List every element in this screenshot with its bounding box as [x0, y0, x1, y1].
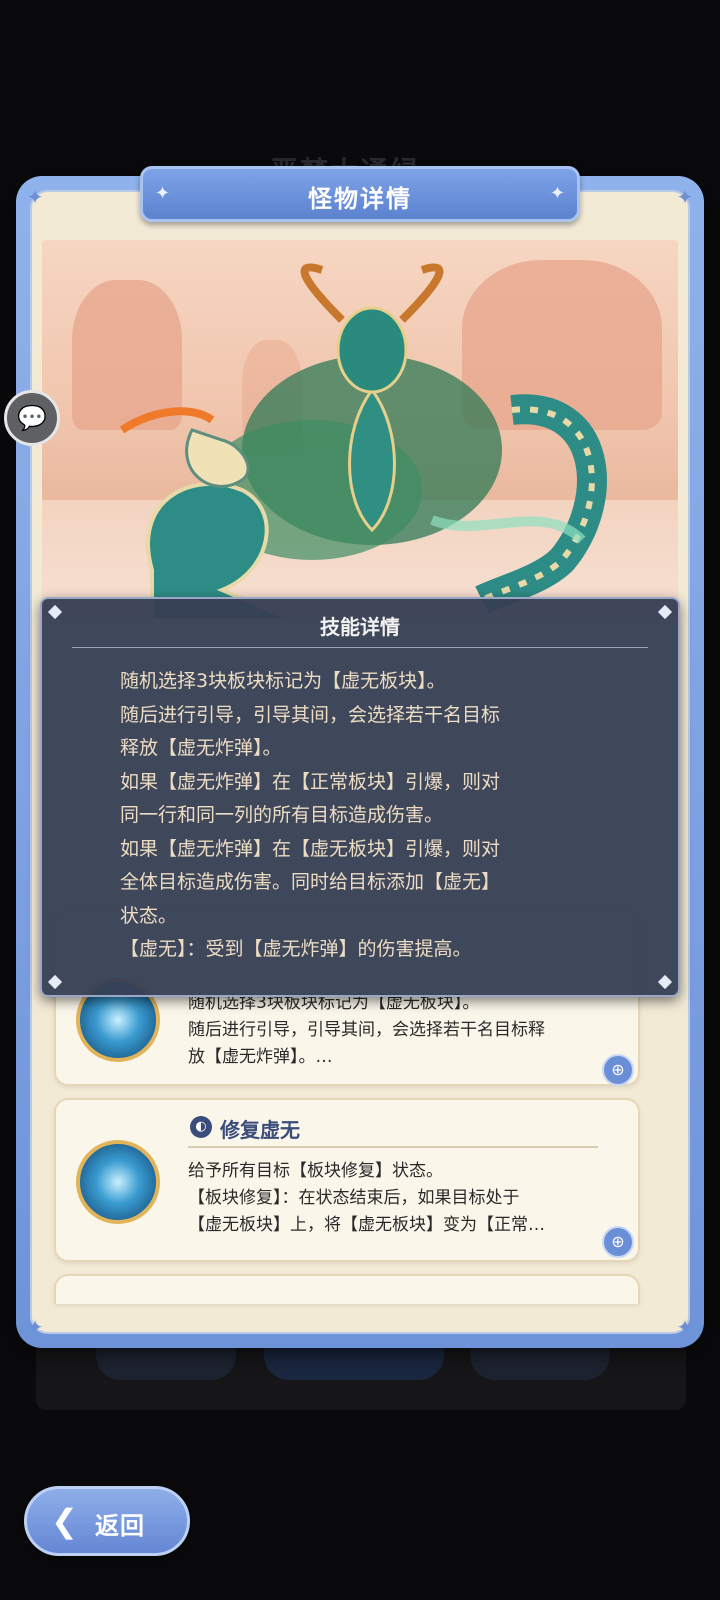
tooltip-title: 技能详情	[320, 615, 400, 639]
skill-description: 随机选择3块板块标记为【虚无板块】。 随后进行引导，引导其间，会选择若干名目标释…	[188, 993, 545, 1067]
corner-ornament-icon: ✦	[676, 1315, 694, 1339]
tooltip-body: 随机选择3块板块标记为【虚无板块】。 随后进行引导，引导其间，会选择若干名目标 …	[120, 670, 501, 960]
corner-ornament-icon: ✦	[676, 185, 694, 209]
zoom-in-icon[interactable]: ⊕	[602, 1054, 634, 1086]
skill-card[interactable]: ◐ 修复虚无 给予所有目标【板块修复】状态。 【板块修复】：在状态结束后，如果目…	[54, 1098, 640, 1262]
star-icon: ✦	[549, 183, 565, 204]
modal-title-ribbon: ✦ 怪物详情 ✦	[140, 166, 580, 222]
corner-ornament-icon: ✦	[26, 1315, 44, 1339]
back-button-label: 返回	[95, 1512, 145, 1540]
skill-name: 修复虚无	[220, 1118, 300, 1142]
zoom-in-icon[interactable]: ⊕	[602, 1226, 634, 1258]
skill-detail-tooltip: 技能详情 随机选择3块板块标记为【虚无板块】。 随后进行引导，引导其间，会选择若…	[40, 597, 680, 997]
screen: 恶梦大通绿 ✦ ✦ ✦ ✦ ✦ 怪物详情 ✦	[0, 0, 720, 1600]
back-button[interactable]: ❮ 返回	[24, 1486, 190, 1556]
back-arrow-icon: ❮	[51, 1502, 78, 1540]
skill-card[interactable]	[54, 1274, 640, 1304]
monster-portrait	[42, 240, 678, 620]
divider	[72, 647, 648, 648]
skill-type-icon: ◐	[190, 1116, 212, 1138]
chat-bubble-icon[interactable]: 💬	[4, 390, 60, 446]
dragon-illustration	[119, 263, 607, 620]
skill-description: 给予所有目标【板块修复】状态。 【板块修复】：在状态结束后，如果目标处于 【虚无…	[188, 1161, 545, 1235]
corner-ornament-icon: ✦	[26, 185, 44, 209]
modal-title: 怪物详情	[308, 185, 412, 213]
skill-icon	[76, 1140, 160, 1224]
divider	[188, 1146, 598, 1148]
